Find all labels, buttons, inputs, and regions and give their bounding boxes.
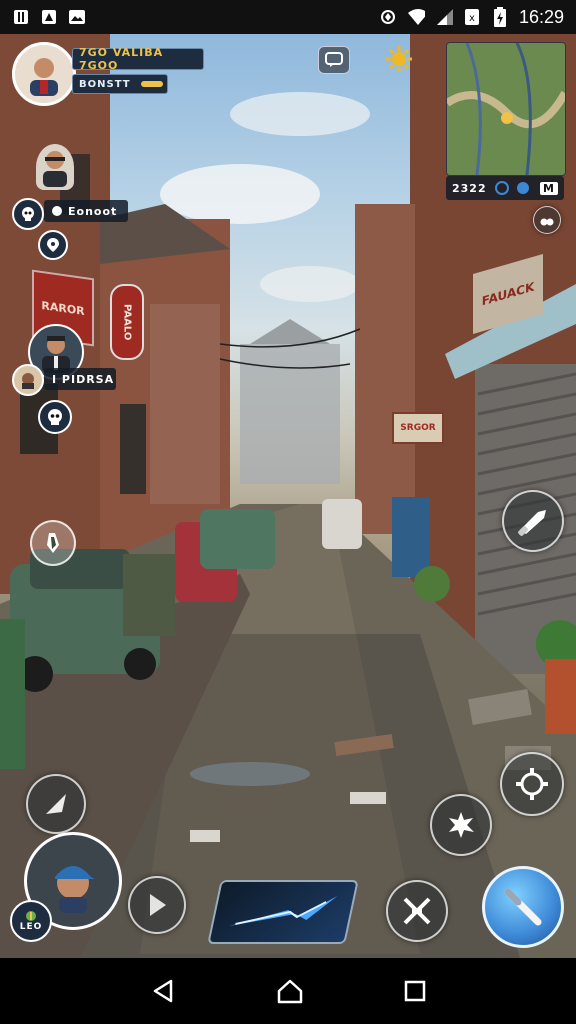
navigation-bar	[0, 958, 576, 1024]
location-dot-icon	[516, 182, 529, 194]
image-icon	[40, 8, 58, 26]
signal-icon	[435, 8, 453, 26]
player-face-icon	[55, 866, 95, 913]
baton-icon	[504, 888, 542, 926]
melee-attack-button[interactable]	[386, 880, 448, 942]
wifi-icon	[407, 8, 425, 26]
npc2-label-tag: I PIDRSA	[44, 368, 116, 390]
weapon-switch-button[interactable]	[502, 490, 564, 552]
status-left-icons	[12, 8, 86, 26]
minimap-coords: 2322	[452, 181, 487, 195]
knife-icon	[518, 510, 546, 536]
battery-icon	[491, 7, 509, 27]
status-time: 16:29	[518, 6, 564, 27]
minimap-terrain	[447, 43, 565, 175]
home-icon	[277, 979, 303, 1004]
chat-icon	[325, 52, 343, 67]
skull-icon	[48, 409, 62, 425]
explosion-icon	[449, 812, 474, 838]
npc1-label: Eonoot	[68, 204, 118, 218]
binoculars-icon	[540, 218, 554, 226]
recents-square-icon	[404, 980, 426, 1002]
face-icon	[22, 373, 34, 389]
play-arrow-icon	[150, 894, 166, 916]
npc1-map-pin[interactable]	[38, 230, 68, 260]
fire-button[interactable]	[482, 866, 564, 948]
player-stat-line2: BONSTT	[79, 78, 131, 90]
vehicle-interact-marker[interactable]	[30, 520, 76, 566]
npc2-small-avatar[interactable]	[12, 364, 44, 396]
back-triangle-icon	[153, 979, 173, 1003]
recents-button[interactable]	[403, 979, 427, 1003]
gallery-icon	[68, 8, 86, 26]
game-scene[interactable]: RAROR PAALO FAUACK SRGOR 7GO VALIBA 7GOO…	[0, 34, 576, 958]
notification-icon	[12, 8, 30, 26]
level-emblem-icon	[26, 911, 36, 921]
player-level-badge: LEO	[10, 900, 52, 942]
sprint-button[interactable]	[26, 774, 86, 834]
npc-portrait-icon	[43, 151, 67, 187]
move-forward-button[interactable]	[128, 876, 186, 934]
chat-button[interactable]	[318, 46, 350, 74]
crossed-swords-icon	[403, 897, 431, 925]
map-pin-icon	[47, 238, 59, 252]
lightning-slash-icon	[229, 896, 338, 926]
svg-text:x: x	[469, 13, 475, 24]
npc-portrait-icon	[42, 336, 70, 373]
hand-pointer-icon	[47, 533, 59, 553]
player-level-text: LEO	[19, 922, 43, 932]
waypoint-icon	[494, 181, 509, 195]
settings-sun-button[interactable]	[384, 44, 414, 74]
reload-button[interactable]	[500, 752, 564, 816]
npc1-label-tag: Eonoot	[44, 200, 128, 222]
player-stat-bar: 7GO VALIBA 7GOO	[72, 46, 204, 72]
special-ability-button[interactable]	[207, 880, 359, 944]
sun-gear-icon	[386, 46, 412, 72]
player-stat-line1: 7GO VALIBA 7GOO	[79, 46, 164, 72]
npc1-status-dot-icon	[52, 206, 62, 216]
skull-icon	[22, 207, 34, 221]
player-currency-bar: BONSTT	[72, 74, 168, 94]
back-button[interactable]	[149, 977, 177, 1005]
npc1-skull-marker[interactable]	[12, 198, 44, 230]
npc2-label: I PIDRSA	[52, 372, 115, 386]
npc1-portrait[interactable]	[36, 144, 74, 190]
dash-arrow-icon	[46, 794, 66, 814]
cog-cycle-icon	[516, 768, 548, 800]
status-bar: x 16:29	[0, 0, 576, 34]
minimap[interactable]	[446, 42, 566, 176]
shop-sign-small: SRGOR	[392, 412, 444, 444]
minimap-extra-button[interactable]	[533, 206, 561, 234]
currency-bar-fill	[140, 81, 163, 87]
grenade-button[interactable]	[430, 794, 492, 856]
player-avatar[interactable]	[12, 42, 76, 106]
minimap-info-bar: 2322 M	[446, 176, 564, 200]
status-right-icons: x 16:29	[379, 7, 564, 28]
no-sim-icon: x	[463, 8, 481, 26]
minimap-label: M	[540, 181, 558, 195]
hanging-sign: PAALO	[110, 284, 144, 360]
npc2-skull-marker[interactable]	[38, 400, 72, 434]
player-portrait-icon	[30, 58, 58, 96]
vibrate-icon	[379, 8, 397, 26]
home-button[interactable]	[275, 977, 305, 1005]
